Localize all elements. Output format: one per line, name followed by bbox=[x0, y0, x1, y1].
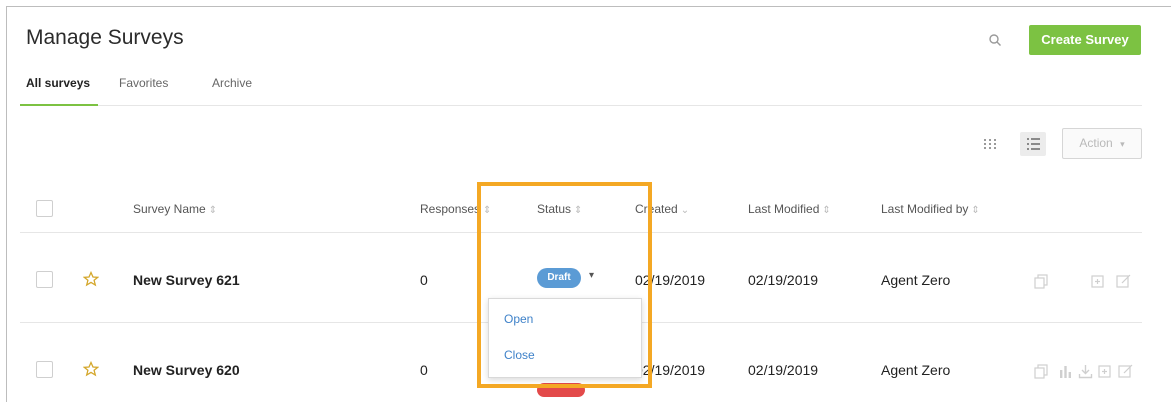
create-survey-button[interactable]: Create Survey bbox=[1029, 25, 1141, 55]
survey-name[interactable]: New Survey 620 bbox=[133, 362, 240, 378]
report-icon[interactable] bbox=[1058, 364, 1073, 379]
tab-favorites[interactable]: Favorites bbox=[119, 76, 168, 90]
chevron-down-icon: ⌄ bbox=[680, 205, 690, 216]
copy-icon[interactable] bbox=[1034, 274, 1049, 289]
list-view-button[interactable] bbox=[1020, 132, 1046, 156]
edit-icon[interactable] bbox=[1116, 274, 1131, 289]
header-divider bbox=[20, 232, 1142, 233]
created-date: 02/19/2019 bbox=[635, 272, 706, 288]
col-survey-name[interactable]: Survey Name ⇕ bbox=[133, 202, 217, 216]
status-dropdown-menu: Open Close bbox=[488, 298, 642, 378]
download-icon[interactable] bbox=[1078, 364, 1093, 379]
sort-icon: ⇕ bbox=[483, 205, 492, 216]
col-last-modified-by[interactable]: Last Modified by ⇕ bbox=[881, 202, 980, 216]
col-responses[interactable]: Responses ⇕ bbox=[420, 202, 491, 216]
modified-by: Agent Zero bbox=[881, 272, 951, 288]
tab-all-surveys[interactable]: All surveys bbox=[26, 76, 90, 90]
sort-icon: ⇕ bbox=[971, 205, 980, 216]
tabs-divider bbox=[20, 105, 1142, 106]
action-dropdown-button[interactable]: Action ▾ bbox=[1062, 128, 1142, 159]
responses-count: 0 bbox=[420, 272, 428, 288]
modified-by: Agent Zero bbox=[881, 362, 951, 378]
col-created[interactable]: Created ⌄ bbox=[635, 202, 689, 216]
status-option-close[interactable]: Close bbox=[504, 348, 535, 362]
duplicate-icon[interactable] bbox=[1097, 364, 1112, 379]
status-option-open[interactable]: Open bbox=[504, 312, 533, 326]
edit-icon[interactable] bbox=[1118, 364, 1133, 379]
favorite-star-icon[interactable] bbox=[83, 361, 99, 377]
tab-archive[interactable]: Archive bbox=[212, 76, 252, 90]
search-icon[interactable] bbox=[988, 33, 1002, 47]
survey-name[interactable]: New Survey 621 bbox=[133, 272, 240, 288]
list-view-icon bbox=[1027, 138, 1040, 150]
favorite-star-icon[interactable] bbox=[83, 271, 99, 287]
action-label: Action bbox=[1079, 136, 1113, 150]
sort-icon: ⇕ bbox=[822, 205, 831, 216]
grid-view-icon[interactable] bbox=[982, 137, 998, 151]
row-checkbox[interactable] bbox=[36, 361, 53, 378]
row-checkbox[interactable] bbox=[36, 271, 53, 288]
status-badge[interactable]: Draft bbox=[537, 268, 581, 288]
duplicate-icon[interactable] bbox=[1090, 274, 1105, 289]
sort-icon: ⇕ bbox=[574, 205, 583, 216]
created-date: 02/19/2019 bbox=[635, 362, 706, 378]
responses-count: 0 bbox=[420, 362, 428, 378]
page-title: Manage Surveys bbox=[26, 26, 184, 49]
modified-date: 02/19/2019 bbox=[748, 362, 819, 378]
select-all-checkbox[interactable] bbox=[36, 200, 53, 217]
active-tab-indicator bbox=[20, 104, 98, 106]
modified-date: 02/19/2019 bbox=[748, 272, 819, 288]
sort-icon: ⇕ bbox=[208, 205, 218, 216]
status-badge[interactable] bbox=[537, 383, 585, 397]
chevron-down-icon: ▾ bbox=[1120, 139, 1125, 149]
col-last-modified[interactable]: Last Modified ⇕ bbox=[748, 202, 831, 216]
chevron-down-icon[interactable]: ▾ bbox=[589, 270, 594, 281]
copy-icon[interactable] bbox=[1034, 364, 1049, 379]
col-status[interactable]: Status ⇕ bbox=[537, 202, 582, 216]
